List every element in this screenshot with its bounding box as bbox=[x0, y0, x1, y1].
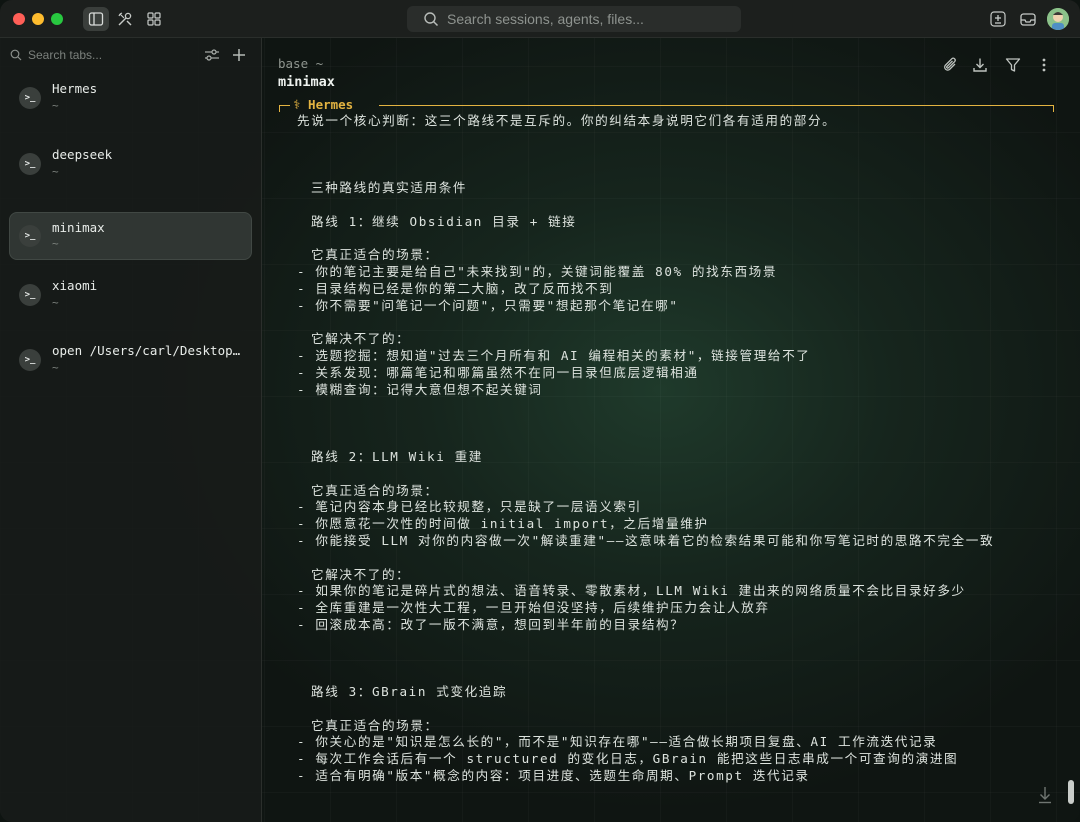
response-line bbox=[278, 163, 1058, 180]
terminal-icon: >_ bbox=[19, 349, 41, 371]
sidebar-toggle-icon[interactable] bbox=[83, 7, 109, 31]
response-line bbox=[278, 415, 1058, 432]
tabs-search-input[interactable]: Search tabs... bbox=[10, 46, 210, 64]
response-line bbox=[278, 466, 1058, 483]
tab-title: minimax bbox=[52, 220, 105, 235]
response-line bbox=[278, 197, 1058, 214]
inbox-icon[interactable] bbox=[1015, 7, 1041, 31]
more-options-icon[interactable] bbox=[1034, 55, 1054, 75]
response-line: - 模糊查询：记得大意但想不起关键词 bbox=[297, 381, 543, 397]
tab-subtitle: ~ bbox=[52, 237, 59, 250]
response-line: - 目录结构已经是你的第二大脑，改了反而找不到 bbox=[297, 280, 614, 296]
close-window-button[interactable] bbox=[13, 13, 25, 25]
global-search-input[interactable]: Search sessions, agents, files... bbox=[407, 6, 741, 32]
tab-title: open /Users/carl/Desktop/AI/Obsidian bbox=[52, 343, 247, 358]
response-line: 路线 2：LLM Wiki 重建 bbox=[311, 448, 483, 464]
tools-icon[interactable] bbox=[112, 7, 138, 31]
app-window: Search sessions, agents, files... Search… bbox=[0, 0, 1080, 822]
new-tab-icon[interactable] bbox=[230, 46, 248, 64]
response-line: 路线 1：继续 Obsidian 目录 + 链接 bbox=[311, 213, 577, 229]
terminal-icon: >_ bbox=[19, 225, 41, 247]
zoom-window-button[interactable] bbox=[51, 13, 63, 25]
tab-title: deepseek bbox=[52, 147, 113, 162]
response-line: 它真正适合的场景： bbox=[311, 717, 439, 733]
hermes-response-header: ⚕ Hermes bbox=[279, 97, 1054, 112]
response-line bbox=[278, 701, 1058, 718]
response-line: - 选题挖掘：想知道"过去三个月所有和 AI 编程相关的素材"，链接管理给不了 bbox=[297, 348, 811, 364]
response-line bbox=[278, 147, 1058, 164]
response-line: 路线 3：GBrain 式变化追踪 bbox=[311, 684, 508, 700]
tabs-sidebar: Search tabs... >_ Hermes ~ >_ deepseek ~… bbox=[0, 38, 262, 822]
response-line: 它真正适合的场景： bbox=[311, 482, 439, 498]
agent-label: ⚕ Hermes bbox=[293, 97, 354, 112]
terminal-icon: >_ bbox=[19, 284, 41, 306]
download-icon[interactable] bbox=[970, 55, 990, 75]
search-icon bbox=[424, 12, 439, 27]
breadcrumb: base ~ bbox=[278, 56, 324, 71]
response-line: - 笔记内容本身已经比较规整，只是缺了一层语义索引 bbox=[297, 499, 642, 515]
user-avatar[interactable] bbox=[1047, 8, 1069, 30]
response-line: 先说一个核心判断：这三个路线不是互斥的。你的纠结本身说明它们各有适用的部分。 bbox=[297, 113, 837, 128]
tab-subtitle: ~ bbox=[52, 165, 59, 178]
session-title: minimax bbox=[278, 74, 335, 90]
response-line bbox=[278, 130, 1058, 147]
scroll-to-bottom-icon[interactable] bbox=[1036, 785, 1054, 805]
response-line bbox=[278, 399, 1058, 416]
sidebar-item-open-obsidian[interactable]: >_ open /Users/carl/Desktop/AI/Obsidian … bbox=[9, 336, 252, 384]
response-line bbox=[278, 667, 1058, 684]
search-icon bbox=[10, 49, 22, 61]
response-line: - 你的笔记主要是给自己"未来找到"的，关键词能覆盖 80% 的找东西场景 bbox=[297, 264, 778, 280]
response-line: - 每次工作会话后有一个 structured 的变化日志，GBrain 能把这… bbox=[297, 751, 959, 767]
response-line: - 你不需要"问笔记一个问题"，只需要"想起那个笔记在哪" bbox=[297, 297, 679, 313]
minimize-window-button[interactable] bbox=[32, 13, 44, 25]
tabs-search-placeholder: Search tabs... bbox=[28, 48, 103, 62]
response-line bbox=[278, 634, 1058, 651]
tab-subtitle: ~ bbox=[52, 99, 59, 112]
response-line bbox=[278, 550, 1058, 567]
filter-icon[interactable] bbox=[1003, 55, 1023, 75]
terminal-icon: >_ bbox=[19, 87, 41, 109]
tab-subtitle: ~ bbox=[52, 296, 59, 309]
response-line: 它解决不了的： bbox=[311, 566, 411, 582]
response-line: - 关系发现：哪篇笔记和哪篇虽然不在同一目录但底层逻辑相通 bbox=[297, 364, 699, 380]
response-line: - 你关心的是"知识是怎么长的"，而不是"知识存在哪"——适合做长期项目复盘、A… bbox=[297, 734, 938, 750]
response-line: 它解决不了的： bbox=[311, 331, 411, 347]
response-line: - 回滚成本高：改了一版不满意，想回到半年前的目录结构？ bbox=[297, 616, 685, 632]
sidebar-item-minimax[interactable]: >_ minimax ~ bbox=[9, 212, 252, 260]
response-line: - 你能接受 LLM 对你的内容做一次"解读重建"——这意味着它的检索结果可能和… bbox=[297, 532, 995, 548]
tab-title: xiaomi bbox=[52, 278, 98, 293]
filter-settings-icon[interactable] bbox=[203, 46, 221, 64]
tab-title: Hermes bbox=[52, 81, 98, 96]
global-search-placeholder: Search sessions, agents, files... bbox=[447, 11, 644, 27]
sidebar-item-hermes[interactable]: >_ Hermes ~ bbox=[9, 74, 252, 122]
title-bar: Search sessions, agents, files... bbox=[0, 0, 1080, 38]
response-line bbox=[278, 651, 1058, 668]
sidebar-item-xiaomi[interactable]: >_ xiaomi ~ bbox=[9, 271, 252, 319]
tab-subtitle: ~ bbox=[52, 361, 59, 374]
response-line bbox=[278, 432, 1058, 449]
terminal-icon: >_ bbox=[19, 153, 41, 175]
paperclip-icon[interactable] bbox=[941, 55, 961, 75]
response-line: - 如果你的笔记是碎片式的想法、语音转录、零散素材，LLM Wiki 建出来的网… bbox=[297, 583, 966, 599]
sidebar-item-deepseek[interactable]: >_ deepseek ~ bbox=[9, 140, 252, 188]
agent-response-text: 先说一个核心判断：这三个路线不是互斥的。你的纠结本身说明它们各有适用的部分。三种… bbox=[278, 113, 1058, 785]
grid-view-icon[interactable] bbox=[141, 7, 167, 31]
scrollbar-thumb[interactable] bbox=[1068, 780, 1074, 804]
response-line: - 适合有明确"版本"概念的内容：项目进度、选题生命周期、Prompt 迭代记录 bbox=[297, 768, 810, 784]
session-panel: base ~ minimax ⚕ Hermes 先说一个核心判断：这三个路线不是… bbox=[263, 38, 1080, 822]
response-line: - 全库重建是一次性大工程，一旦开始但没坚持，后续维护压力会让人放弃 bbox=[297, 600, 770, 616]
add-session-icon[interactable] bbox=[985, 7, 1011, 31]
response-line: - 你愿意花一次性的时间做 initial import，之后增量维护 bbox=[297, 516, 709, 532]
response-line bbox=[278, 231, 1058, 248]
response-line: 它真正适合的场景： bbox=[311, 247, 439, 263]
response-line bbox=[278, 315, 1058, 332]
response-line: 三种路线的真实适用条件 bbox=[311, 180, 468, 196]
